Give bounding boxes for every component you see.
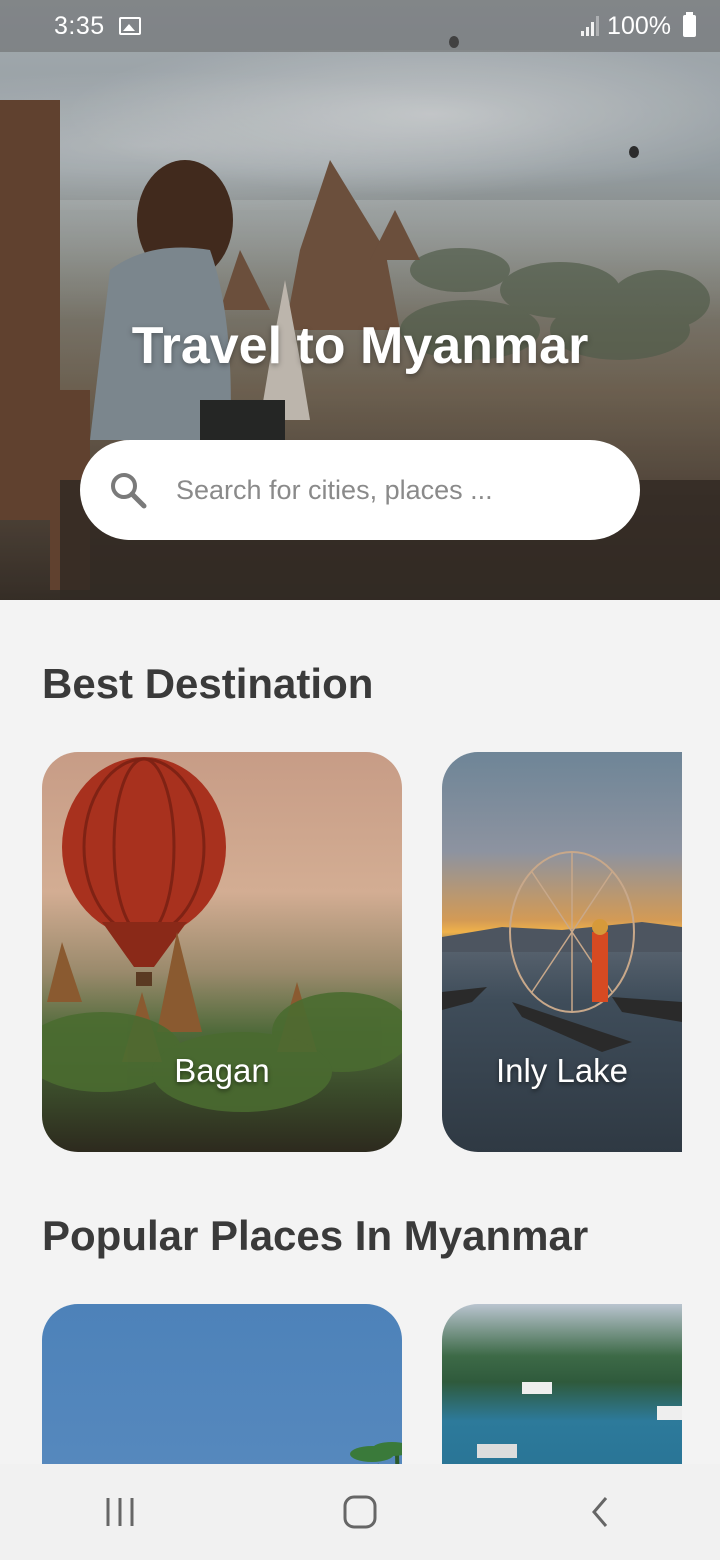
- bagan-photo-illustration: [42, 757, 402, 1112]
- home-button[interactable]: [320, 1482, 400, 1542]
- inly-lake-photo-illustration: [442, 851, 682, 1052]
- hero-title: Travel to Myanmar: [131, 317, 589, 375]
- status-bar: 3:35 100%: [0, 0, 720, 52]
- status-time: 3:35: [54, 11, 105, 40]
- signal-strength-icon: [581, 16, 600, 36]
- best-destination-heading: Best Destination: [42, 660, 374, 707]
- back-icon: [592, 1497, 608, 1527]
- popular-places-heading: Popular Places In Myanmar: [42, 1212, 589, 1259]
- home-icon: [343, 1495, 377, 1529]
- search-bar[interactable]: [80, 440, 640, 540]
- battery-icon: [683, 12, 696, 37]
- destination-card-label: Inly Lake: [495, 1052, 629, 1089]
- hero-banner: 3:35 100% Travel to Myanmar: [0, 0, 720, 600]
- search-icon: [111, 473, 147, 509]
- recent-apps-button[interactable]: [80, 1482, 160, 1542]
- destination-card-inly-lake[interactable]: Inly Lake: [442, 752, 682, 1152]
- battery-level: 100%: [607, 11, 671, 40]
- destination-card-bagan[interactable]: Bagan: [42, 752, 402, 1152]
- system-navigation-bar: [0, 1464, 720, 1560]
- recent-apps-icon: [106, 1498, 134, 1526]
- back-button[interactable]: [560, 1482, 640, 1542]
- search-input[interactable]: [176, 474, 596, 506]
- gallery-notification-icon: [118, 17, 141, 35]
- destination-card-label: Bagan: [174, 1052, 270, 1089]
